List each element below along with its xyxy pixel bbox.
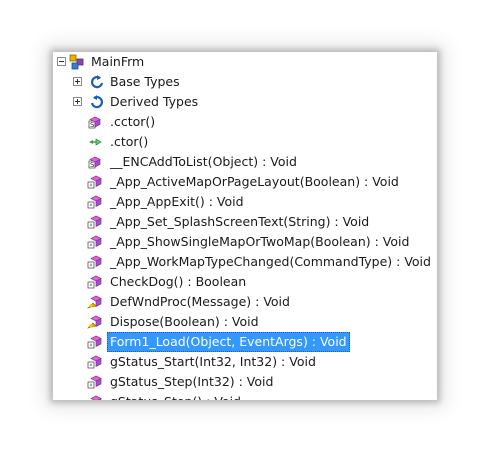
member-label: gStatus_Step(Int32) : Void xyxy=(110,374,274,389)
method-icon xyxy=(90,395,102,400)
member-label: _App_ShowSingleMapOrTwoMap(Boolean) : Vo… xyxy=(110,234,410,249)
collapse-icon[interactable] xyxy=(57,57,66,66)
member-label: DefWndProc(Message) : Void xyxy=(110,294,290,309)
method-icon xyxy=(87,195,102,209)
static-method-icon: S xyxy=(88,116,101,129)
class-icon xyxy=(69,54,84,70)
method-icon xyxy=(87,335,102,349)
selected-member-label: Form1_Load(Object, EventArgs) : Void xyxy=(107,332,350,352)
method-icon xyxy=(87,215,102,229)
member-label: .ctor() xyxy=(110,134,149,149)
protected-method-icon xyxy=(87,295,102,309)
expand-icon[interactable] xyxy=(73,97,82,106)
expand-icon[interactable] xyxy=(73,77,82,86)
protected-method-icon xyxy=(87,315,102,329)
member-label: Dispose(Boolean) : Void xyxy=(110,314,259,329)
member-tree: MainFrm Base Types Derived Types S .cctor… xyxy=(53,52,437,400)
base-types-icon xyxy=(91,75,104,89)
derived-types-icon xyxy=(90,95,103,109)
member-label: __ENCAddToList(Object) : Void xyxy=(110,154,297,169)
member-label: _App_WorkMapTypeChanged(CommandType) : V… xyxy=(110,254,431,269)
method-icon xyxy=(87,275,102,289)
tree-node-label: Derived Types xyxy=(110,94,199,109)
static-method-icon: S xyxy=(88,156,101,169)
member-label: gStatus_Start(Int32, Int32) : Void xyxy=(110,354,316,369)
member-label: gStatus_Stop() : Void xyxy=(110,392,241,400)
constructor-icon xyxy=(89,138,102,146)
member-browser-panel: MainFrm Base Types Derived Types S .cctor… xyxy=(53,52,437,400)
member-label: _App_Set_SplashScreenText(String) : Void xyxy=(110,214,370,229)
method-icon xyxy=(87,255,102,269)
tree-node-label: Base Types xyxy=(110,74,180,89)
tree-node-label: MainFrm xyxy=(91,54,145,69)
member-label: _App_AppExit() : Void xyxy=(110,194,244,209)
svg-text:S: S xyxy=(90,121,95,129)
member-label: .cctor() xyxy=(110,114,156,129)
member-label: _App_ActiveMapOrPageLayout(Boolean) : Vo… xyxy=(110,174,399,189)
method-icon xyxy=(87,355,102,369)
method-icon xyxy=(87,235,102,249)
member-label: CheckDog() : Boolean xyxy=(110,274,247,289)
method-icon xyxy=(87,375,102,389)
svg-text:S: S xyxy=(90,161,95,169)
method-icon xyxy=(87,175,102,189)
